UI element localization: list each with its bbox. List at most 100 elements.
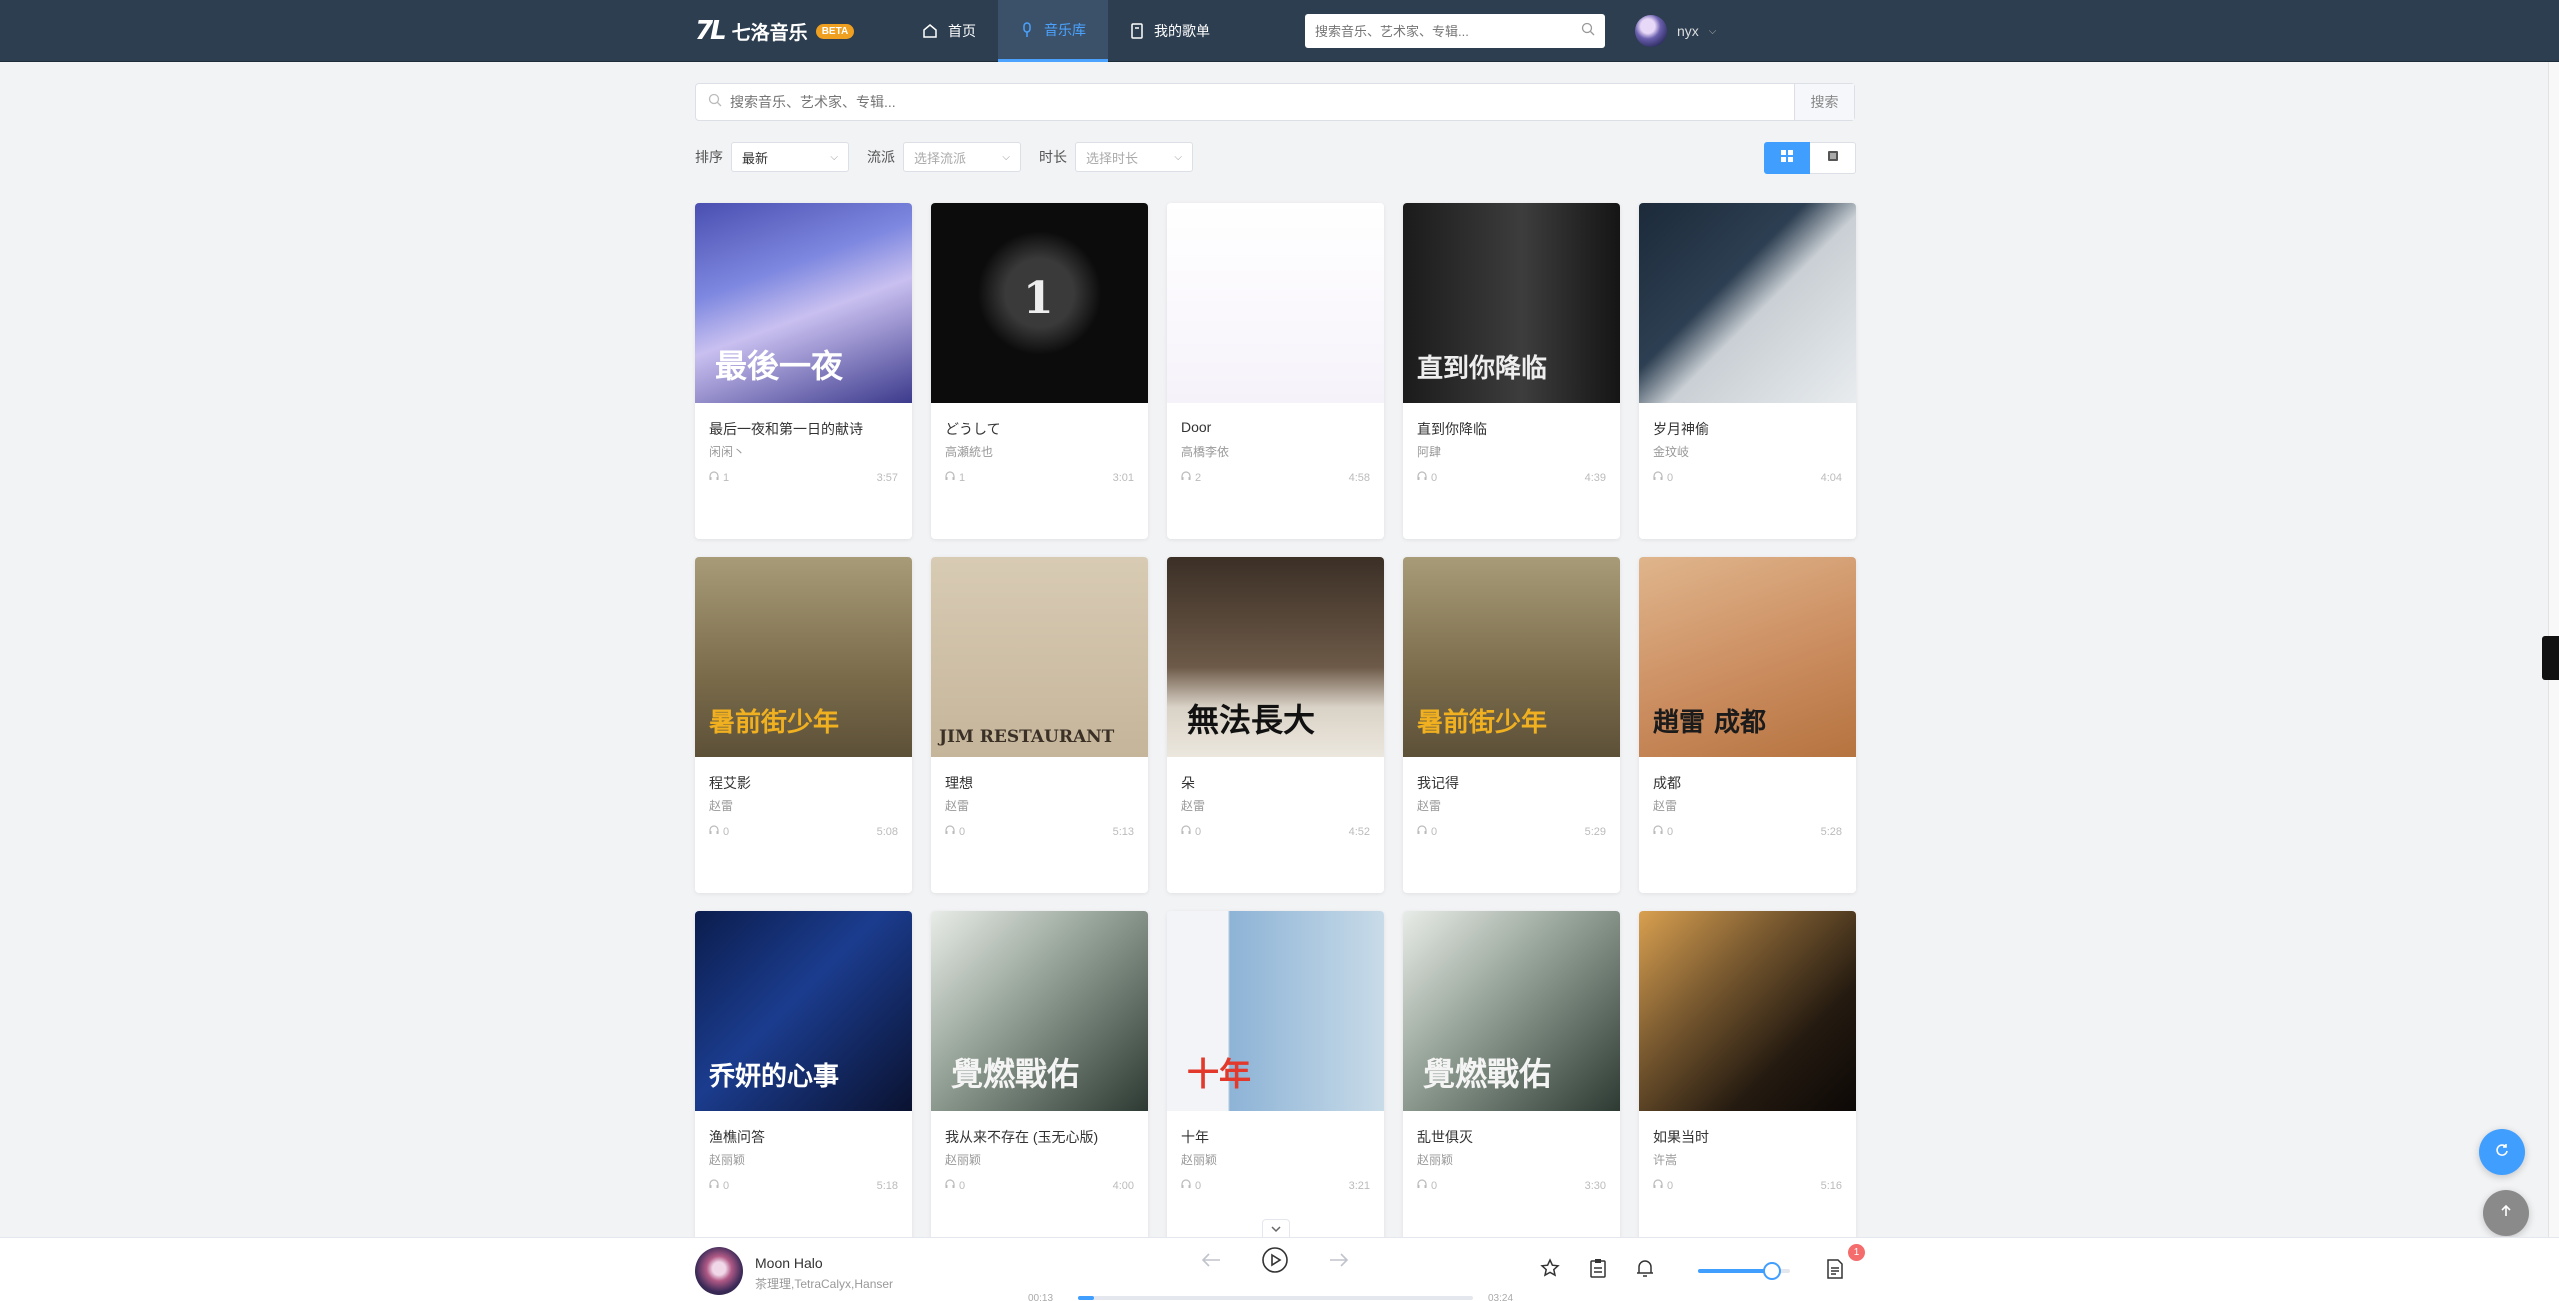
song-card[interactable]: 1 どうして 高瀬統也 1 3:01 — [931, 203, 1148, 539]
song-card[interactable]: JIM RESTAURANT 理想 赵雷 0 5:13 — [931, 557, 1148, 893]
song-card[interactable]: 無法長大朵赵雷 0 4:52 — [1167, 557, 1384, 893]
song-card[interactable]: 乔妍的心事 渔樵问答 赵丽颖 0 5:18 — [695, 911, 912, 1247]
app-name: 七洛音乐 — [731, 22, 808, 44]
song-card[interactable]: 十年 十年 赵丽颖 0 3:21 — [1167, 911, 1384, 1247]
song-card[interactable]: 覺燃戰佑 我从来不存在 (玉无心版) 赵丽颖 0 4:00 — [931, 911, 1148, 1247]
song-artist[interactable]: 赵丽颖 — [1417, 1151, 1606, 1167]
song-artist[interactable]: 赵雷 — [1417, 797, 1606, 813]
song-cover[interactable]: 最後一夜 — [695, 203, 912, 403]
song-card[interactable]: Door 高橋李依 2 4:58 — [1167, 203, 1384, 539]
song-title[interactable]: 十年 — [1181, 1127, 1370, 1147]
now-playing-cover[interactable] — [695, 1247, 743, 1295]
song-card[interactable]: 暑前街少年程艾影赵雷 0 5:08 — [695, 557, 912, 893]
song-card[interactable]: 如果当时 许嵩 0 5:16 — [1639, 911, 1856, 1247]
song-card[interactable]: 最後一夜 最后一夜和第一日的献诗 闲闲丶 1 3:57 — [695, 203, 912, 539]
star-icon[interactable] — [1540, 1257, 1560, 1283]
song-artist[interactable]: 赵丽颖 — [1181, 1151, 1370, 1167]
song-title[interactable]: 朵 — [1181, 773, 1370, 793]
song-title[interactable]: 理想 — [945, 773, 1134, 793]
side-drawer-handle[interactable] — [2542, 636, 2559, 680]
song-artist[interactable]: 许嵩 — [1653, 1151, 1842, 1167]
song-title[interactable]: 程艾影 — [709, 773, 898, 793]
song-title[interactable]: 如果当时 — [1653, 1127, 1842, 1147]
song-title[interactable]: 岁月神偷 — [1653, 419, 1842, 439]
song-title[interactable]: 乱世俱灭 — [1417, 1127, 1606, 1147]
song-artist[interactable]: 赵丽颖 — [709, 1151, 898, 1167]
nav-my-playlists[interactable]: 我的歌单 — [1108, 0, 1232, 62]
sort-select[interactable]: 最新 ⌵ — [731, 142, 849, 172]
genre-select[interactable]: 选择流派 ⌵ — [903, 142, 1021, 172]
duration-select[interactable]: 选择时长 ⌵ — [1075, 142, 1193, 172]
play-count-value: 0 — [1195, 825, 1202, 838]
song-cover[interactable]: 無法長大 — [1167, 557, 1384, 757]
song-title[interactable]: 我记得 — [1417, 773, 1606, 793]
song-cover[interactable]: 暑前街少年 — [1403, 557, 1620, 757]
play-count-value: 0 — [723, 825, 730, 838]
avatar[interactable] — [1635, 15, 1667, 47]
song-cover[interactable]: 暑前街少年 — [695, 557, 912, 757]
song-title[interactable]: どうして — [945, 419, 1134, 439]
song-card[interactable]: 覺燃戰佑 乱世俱灭 赵丽颖 0 3:30 — [1403, 911, 1620, 1247]
song-cover[interactable] — [1639, 911, 1856, 1111]
play-count-value: 0 — [1667, 1179, 1674, 1192]
next-icon[interactable] — [1328, 1252, 1350, 1273]
song-artist[interactable]: 赵雷 — [709, 797, 898, 813]
nav-music-library[interactable]: 音乐库 — [998, 0, 1108, 62]
song-title[interactable]: 渔樵问答 — [709, 1127, 898, 1147]
library-search-input[interactable] — [730, 94, 1782, 110]
nav-home[interactable]: 首页 — [900, 0, 998, 62]
add-to-playlist-icon[interactable] — [1589, 1258, 1607, 1283]
song-card[interactable]: 直到你降临 直到你降临 阿肆 0 4:39 — [1403, 203, 1620, 539]
song-cover[interactable] — [1639, 203, 1856, 403]
home-icon — [922, 23, 938, 39]
search-icon[interactable] — [1581, 22, 1595, 41]
song-duration: 5:08 — [876, 825, 898, 838]
song-cover[interactable] — [1167, 203, 1384, 403]
play-count-value: 0 — [959, 825, 966, 838]
song-cover[interactable]: 乔妍的心事 — [695, 911, 912, 1111]
song-artist[interactable]: 赵雷 — [1181, 797, 1370, 813]
song-cover[interactable]: JIM RESTAURANT — [931, 557, 1148, 757]
song-title[interactable]: 成都 — [1653, 773, 1842, 793]
song-artist[interactable]: 赵雷 — [945, 797, 1134, 813]
grid-view-button[interactable] — [1764, 142, 1810, 174]
song-card[interactable]: 暑前街少年 我记得 赵雷 0 5:29 — [1403, 557, 1620, 893]
top-search-input[interactable] — [1315, 23, 1581, 39]
song-duration: 4:39 — [1584, 471, 1606, 484]
back-to-top-button[interactable] — [2483, 1190, 2529, 1236]
song-artist[interactable]: 金玟岐 — [1653, 443, 1842, 459]
song-cover[interactable]: 直到你降临 — [1403, 203, 1620, 403]
previous-icon[interactable] — [1200, 1252, 1222, 1273]
song-card[interactable]: 趙雷 成都 成都 赵雷 0 5:28 — [1639, 557, 1856, 893]
song-cover[interactable]: 覺燃戰佑 — [931, 911, 1148, 1111]
search-button[interactable]: 搜索 — [1794, 84, 1854, 120]
song-title[interactable]: 最后一夜和第一日的献诗 — [709, 419, 898, 439]
song-artist[interactable]: 闲闲丶 — [709, 443, 898, 459]
queue-icon[interactable] — [1826, 1259, 1844, 1284]
volume-slider[interactable] — [1698, 1262, 1790, 1280]
song-cover[interactable]: 覺燃戰佑 — [1403, 911, 1620, 1111]
song-cover[interactable]: 1 — [931, 203, 1148, 403]
song-card[interactable]: 岁月神偷 金玟岐 0 4:04 — [1639, 203, 1856, 539]
player-collapse-button[interactable] — [1262, 1219, 1290, 1237]
refresh-button[interactable] — [2479, 1129, 2525, 1175]
list-view-button[interactable] — [1810, 142, 1856, 174]
song-artist[interactable]: 赵丽颖 — [945, 1151, 1134, 1167]
song-duration: 3:01 — [1112, 471, 1134, 484]
song-artist[interactable]: 阿肆 — [1417, 443, 1606, 459]
song-artist[interactable]: 高瀬統也 — [945, 443, 1134, 459]
song-title[interactable]: 我从来不存在 (玉无心版) — [945, 1127, 1134, 1147]
song-artist[interactable]: 赵雷 — [1653, 797, 1842, 813]
song-cover[interactable]: 十年 — [1167, 911, 1384, 1111]
progress-bar[interactable] — [1078, 1296, 1473, 1300]
user-menu[interactable]: nyx ⌵ — [1635, 14, 1716, 48]
play-button[interactable] — [1261, 1246, 1289, 1279]
app-logo[interactable]: 7L 七洛音乐 BETA — [695, 16, 855, 46]
song-artist[interactable]: 高橋李依 — [1181, 443, 1370, 459]
song-title[interactable]: Door — [1181, 419, 1370, 439]
song-cover[interactable]: 趙雷 成都 — [1639, 557, 1856, 757]
logo-mark: 7L — [695, 16, 727, 46]
volume-knob[interactable] — [1762, 1262, 1781, 1280]
song-title[interactable]: 直到你降临 — [1417, 419, 1606, 439]
bell-icon[interactable] — [1636, 1258, 1654, 1283]
